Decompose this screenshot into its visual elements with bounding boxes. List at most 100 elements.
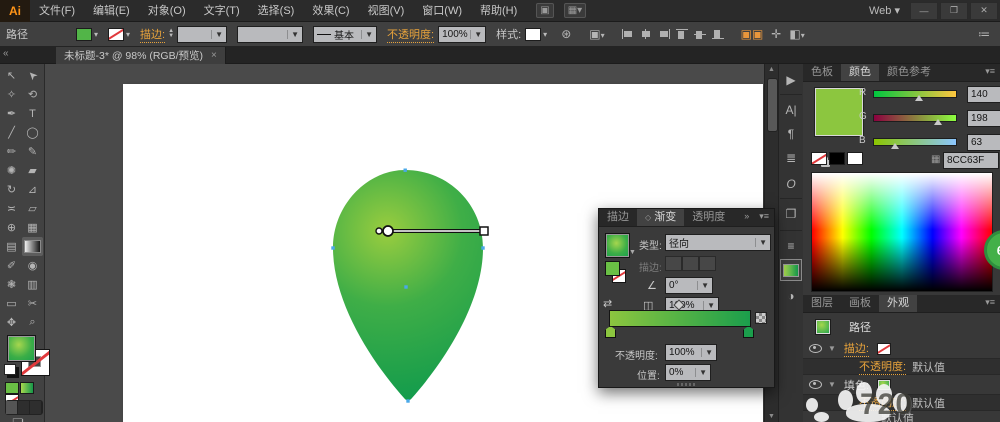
eyedropper-tool-icon[interactable]: ✐: [1, 256, 22, 275]
red-value-field[interactable]: 140: [967, 86, 1000, 103]
minimize-button[interactable]: —: [910, 1, 938, 20]
blue-slider-handle[interactable]: [891, 143, 899, 149]
opentype-panel-icon[interactable]: O: [781, 174, 801, 194]
direct-selection-tool-icon[interactable]: ↖: [1, 66, 22, 85]
panel-collapse-icon[interactable]: »: [739, 209, 754, 226]
menu-effect[interactable]: 效果(C): [303, 0, 358, 22]
restore-button[interactable]: ❐: [940, 1, 968, 20]
eraser-tool-icon[interactable]: ▰: [22, 161, 43, 180]
align-to-selection-icon[interactable]: ▣▣: [741, 27, 764, 41]
current-color-swatch[interactable]: [815, 88, 863, 136]
stop-position-field[interactable]: 0% ▼: [665, 364, 711, 381]
green-slider-track[interactable]: [873, 114, 957, 122]
green-slider-handle[interactable]: [934, 119, 942, 125]
appearance-item-row[interactable]: 路径: [803, 316, 1000, 338]
symbol-sprayer-tool-icon[interactable]: ❃: [1, 275, 22, 294]
tab-artboards[interactable]: 画板: [841, 295, 879, 312]
draw-normal-button[interactable]: [6, 401, 18, 414]
tab-swatches[interactable]: 色板: [803, 64, 841, 81]
panel-menu-icon[interactable]: ▾≡: [980, 295, 1000, 312]
transform-panel-icon[interactable]: ❐: [781, 204, 801, 224]
close-button[interactable]: ✕: [970, 1, 998, 20]
menu-window[interactable]: 窗口(W): [413, 0, 471, 22]
rotate-tool-icon[interactable]: ↻: [1, 180, 22, 199]
shape-mode-icon[interactable]: ◧▾: [789, 27, 804, 41]
gradient-start-handle[interactable]: [382, 225, 394, 237]
eye-icon[interactable]: [809, 380, 822, 389]
tab-stroke[interactable]: 描边: [599, 209, 637, 226]
thumbnail-dropdown-arrow[interactable]: ▼: [629, 249, 636, 256]
chevron-down-icon[interactable]: ▼: [701, 348, 713, 357]
chevron-down-icon[interactable]: ▼: [695, 368, 707, 377]
style-dropdown-arrow[interactable]: ▾: [543, 30, 547, 39]
stop-opacity-field[interactable]: 100% ▼: [665, 344, 717, 361]
bridge-icon[interactable]: ▣: [536, 3, 554, 18]
teardrop-shape[interactable]: [333, 170, 483, 401]
menu-object[interactable]: 对象(O): [139, 0, 195, 22]
eye-icon[interactable]: [809, 344, 822, 353]
tab-color-guide[interactable]: 颜色参考: [879, 64, 939, 81]
chevron-down-icon[interactable]: ▼: [755, 238, 767, 247]
blend-tool-icon[interactable]: ◉: [22, 256, 43, 275]
tab-gradient[interactable]: ◇ 渐变: [637, 209, 685, 226]
line-segment-tool-icon[interactable]: ╱: [1, 123, 22, 142]
scrollbar-thumb[interactable]: [767, 78, 778, 132]
column-graph-tool-icon[interactable]: ▥: [22, 275, 43, 294]
none-swatch[interactable]: [811, 152, 827, 165]
zoom-tool-icon[interactable]: ⌕: [22, 313, 43, 332]
stroke-attr-row[interactable]: ▼ 描边:: [803, 339, 1000, 358]
panel-menu-icon[interactable]: ▾≡: [980, 64, 1000, 81]
arrange-documents-icon[interactable]: ▦▾: [563, 3, 587, 18]
pencil-tool-icon[interactable]: ✎: [22, 142, 43, 161]
toolbar-collapse-chevron[interactable]: «: [3, 48, 9, 59]
chevron-down-icon[interactable]: ▼: [287, 29, 299, 39]
paragraph-panel-icon[interactable]: ¶: [781, 124, 801, 144]
gradient-start-stop[interactable]: [605, 326, 616, 338]
green-value-field[interactable]: 198: [967, 110, 1000, 127]
menu-edit[interactable]: 编辑(E): [84, 0, 139, 22]
gradient-slider-bar[interactable]: [609, 310, 751, 327]
blue-value-field[interactable]: 63: [967, 134, 1000, 151]
align-left-icon[interactable]: [621, 28, 635, 40]
red-slider-handle[interactable]: [915, 95, 923, 101]
stroke-weight-stepper[interactable]: ▲ ▼: [168, 28, 174, 39]
expand-arrow-icon[interactable]: ▼: [828, 344, 836, 353]
blob-brush-tool-icon[interactable]: ✺: [1, 161, 22, 180]
lasso-tool-icon[interactable]: ⟲: [22, 85, 43, 104]
opacity-link[interactable]: 不透明度:: [387, 26, 435, 43]
align-right-icon[interactable]: [657, 28, 671, 40]
hex-field[interactable]: 8CC63F: [943, 152, 999, 169]
gradient-thumbnail[interactable]: [605, 233, 630, 258]
recolor-artwork-icon[interactable]: ⊛: [561, 27, 571, 41]
annotator-toggle-icon[interactable]: [755, 312, 767, 324]
panel-toggle-icon[interactable]: ≔: [978, 27, 990, 41]
style-swatch[interactable]: [525, 27, 542, 41]
black-swatch[interactable]: [829, 152, 845, 165]
scale-tool-icon[interactable]: ⊿: [22, 180, 43, 199]
default-fill-stroke-icon[interactable]: [4, 364, 16, 375]
scroll-up-icon[interactable]: ▲: [765, 66, 778, 73]
symbols-panel-icon[interactable]: ▶: [781, 70, 801, 90]
opacity-field[interactable]: 100% ▼: [438, 25, 487, 43]
gradient-end-handle[interactable]: [479, 226, 489, 236]
gradient-button[interactable]: [20, 382, 34, 394]
align-center-icon[interactable]: [639, 28, 653, 40]
angle-field[interactable]: 0° ▼: [665, 277, 713, 294]
tab-transparency[interactable]: 透明度: [684, 209, 733, 226]
free-transform-icon[interactable]: ✛: [771, 27, 781, 41]
tab-appearance[interactable]: 外观: [879, 295, 917, 312]
type-tool-icon[interactable]: T: [22, 104, 43, 123]
expand-arrow-icon[interactable]: ▼: [828, 380, 836, 389]
shape-builder-tool-icon[interactable]: ⊕: [1, 218, 22, 237]
mini-fill-indicator[interactable]: [605, 261, 620, 276]
tab-close-icon[interactable]: ×: [211, 50, 217, 61]
selection-tool-icon[interactable]: ➤: [22, 66, 43, 85]
workspace-switcher[interactable]: Web ▾: [859, 4, 910, 17]
ellipse-tool-icon[interactable]: ◯: [22, 123, 43, 142]
tab-color[interactable]: 颜色: [841, 64, 879, 81]
stroke-dropdown-arrow[interactable]: ▾: [126, 30, 130, 39]
tab-layers[interactable]: 图层: [803, 295, 841, 312]
gradient-origin-handle[interactable]: [375, 227, 383, 235]
chevron-down-icon[interactable]: ▼: [703, 301, 715, 310]
paintbrush-tool-icon[interactable]: ✏: [1, 142, 22, 161]
